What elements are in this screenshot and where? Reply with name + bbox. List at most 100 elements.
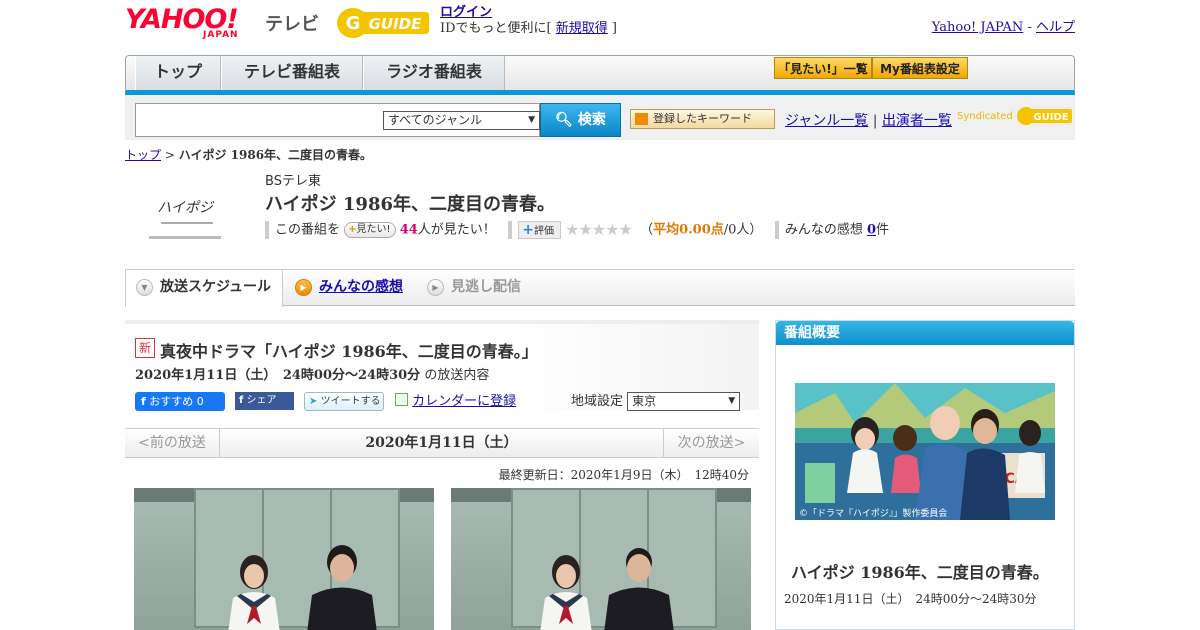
last-updated: 最終更新日：2020年1月9日（木） 12時40分 [498, 468, 749, 482]
calendar-icon [395, 393, 408, 406]
genre-list-link[interactable]: ジャンル一覧 [785, 113, 868, 129]
plus-icon: + [522, 222, 534, 238]
genre-select-value: すべてのジャンル [388, 113, 483, 127]
region-select-value: 東京 [632, 394, 657, 408]
facebook-share-label: シェア [246, 395, 277, 406]
calendar-register-link[interactable]: カレンダーに登録 [412, 394, 516, 409]
syndicated-label: Syndicated [957, 111, 1013, 122]
region-select[interactable]: 東京 ▼ [627, 392, 741, 411]
calendar-register[interactable]: カレンダーに登録 [395, 392, 516, 411]
login-prompt-end: ] [607, 21, 617, 36]
average-rating: 平均0.00点 [653, 222, 724, 238]
want-list-button[interactable]: 「見たい!」一覧 [774, 57, 872, 79]
overview-title: ハイポジ 1986年、二度目の青春。 [791, 563, 1049, 582]
tweet-button[interactable]: ➤ ツイートする [304, 392, 384, 411]
svg-text:G: G [346, 13, 361, 34]
search-links-divider: | [872, 113, 878, 129]
broadcast-detail: 新 真夜中ドラマ「ハイポジ 1986年、二度目の青春。」 2020年1月11日（… [125, 320, 759, 630]
broadcast-title: 真夜中ドラマ「ハイポジ 1986年、二度目の青春。」 [160, 342, 538, 361]
chevron-right-icon: ▶ [295, 279, 312, 296]
tab-broadcast-schedule-label: 放送スケジュール [160, 279, 272, 295]
svg-text:GUIDE: GUIDE [369, 15, 423, 33]
facebook-share-button[interactable]: f シェア [235, 392, 294, 410]
current-broadcast-day: 2020年1月11日（土） [365, 435, 518, 451]
average-people: /0人） [723, 222, 763, 238]
want-count: 44 [399, 222, 418, 238]
want-to-watch-label: 見たい! [356, 224, 391, 235]
chevron-down-icon: ▼ [528, 115, 535, 125]
new-badge: 新 [135, 338, 155, 358]
overview-key-visual: CAF ©「ドラマ『ハイポジ』」製作委員会 [795, 383, 1055, 520]
region-label: 地域設定 [571, 394, 624, 409]
tab-missed-streaming: ▶ 見逃し配信 [417, 270, 537, 306]
region-setting: 地域設定 東京 ▼ [571, 392, 741, 412]
facebook-recommend-label: おすすめ 0 [149, 395, 204, 408]
want-count-suffix: 人が見たい！ [417, 222, 496, 238]
broadcast-datetime: 2020年1月11日（土） 24時00分～24時30分 [135, 368, 421, 383]
svg-text:GUIDE: GUIDE [1033, 112, 1068, 123]
tab-missed-streaming-label: 見逃し配信 [451, 279, 521, 295]
tab-radio-schedule[interactable]: ラジオ番組表 [363, 56, 505, 90]
overview-image: CAF ©「ドラマ『ハイポジ』」製作委員会 [795, 383, 1055, 520]
tab-broadcast-schedule[interactable]: ▼ 放送スケジュール [125, 270, 283, 307]
impressions-count-link[interactable]: 0 [867, 223, 876, 238]
keyword-icon [635, 113, 648, 125]
average-open: （ [640, 222, 654, 238]
tab-impressions-label: みんなの感想 [319, 279, 403, 295]
help-link[interactable]: ヘルプ [1036, 20, 1075, 35]
rate-button-label: 評価 [533, 226, 554, 237]
facebook-recommend-button[interactable]: f おすすめ 0 [135, 392, 225, 411]
genre-select[interactable]: すべてのジャンル ▼ [383, 111, 540, 130]
login-link[interactable]: ログイン [440, 5, 492, 20]
broadcast-date: 2020年1月11日（土） 24時00分～24時30分 の放送内容 [135, 364, 489, 383]
overview-copyright: ©「ドラマ『ハイポジ』」製作委員会 [799, 507, 947, 519]
breadcrumb-top-link[interactable]: トップ [125, 148, 161, 162]
want-to-watch-button[interactable]: +見たい! [344, 222, 396, 238]
rate-button[interactable]: +評価 [518, 221, 561, 239]
signup-link[interactable]: 新規取得 [556, 21, 608, 36]
separator [508, 221, 513, 239]
tab-impressions[interactable]: ▶ みんなの感想 [285, 270, 415, 306]
search-button[interactable]: 🔍︎ 検索 [540, 103, 621, 137]
twitter-bird-icon: ➤ [309, 396, 318, 407]
my-schedule-settings-button[interactable]: My番組表設定 [872, 57, 968, 79]
registered-keywords-button[interactable]: 登録したキーワード [630, 109, 775, 129]
top-links-sep: - [1023, 20, 1036, 35]
photo-person [228, 555, 280, 630]
registered-keywords-label: 登録したキーワード [653, 112, 752, 125]
plus-icon: + [348, 224, 357, 235]
tab-top[interactable]: トップ [135, 56, 221, 90]
photo-person [540, 555, 592, 630]
separator [774, 221, 779, 239]
day-navigation: <前の放送 2020年1月11日（土） 次の放送> [125, 428, 759, 458]
tab-tv-schedule[interactable]: テレビ番組表 [221, 56, 363, 90]
chevron-down-icon: ▼ [136, 279, 153, 296]
this-program-label: この番組を [275, 222, 341, 238]
photo-person [604, 548, 674, 630]
main-nav: トップ テレビ番組表 ラジオ番組表 「見たい!」一覧 My番組表設定 [125, 55, 1075, 95]
impressions-unit: 件 [876, 222, 890, 238]
gguide-small-logo: GUIDE [1016, 107, 1072, 125]
search-bar: すべてのジャンル ▼ 🔍︎ 検索 登録したキーワード ジャンル一覧 | 出演者一… [125, 95, 1075, 140]
facebook-icon: f [141, 395, 146, 408]
previous-broadcast-link[interactable]: <前の放送 [125, 429, 220, 457]
photo-person [307, 545, 377, 630]
tweet-label: ツイートする [320, 396, 381, 407]
yahoo-japan-link[interactable]: Yahoo! JAPAN [932, 20, 1024, 35]
separator [265, 221, 269, 239]
program-logo-text: ハイポジ [157, 200, 215, 216]
cast-list-link[interactable]: 出演者一覧 [882, 113, 952, 129]
impressions-label: みんなの感想 [784, 222, 863, 238]
login-area: ログイン IDでもっと便利に[ 新規取得 ] [440, 5, 617, 37]
search-icon: 🔍︎ [555, 112, 573, 128]
overview-heading: 番組概要 [776, 321, 1074, 345]
search-button-label: 検索 [577, 112, 606, 128]
chevron-down-icon: ▼ [728, 396, 736, 406]
program-subtabs: ▼ 放送スケジュール ▶ みんなの感想 ▶ 見逃し配信 [125, 269, 1075, 307]
breadcrumb: トップ > ハイポジ 1986年、二度目の青春。 [125, 146, 372, 163]
chevron-right-icon: ▶ [427, 279, 444, 296]
episode-photo [134, 488, 434, 630]
next-broadcast-link[interactable]: 次の放送> [663, 429, 759, 457]
program-title: ハイポジ 1986年、二度目の青春。 [265, 194, 556, 215]
yahoo-logo[interactable]: YAHOO! JAPAN テレビ [125, 6, 319, 42]
